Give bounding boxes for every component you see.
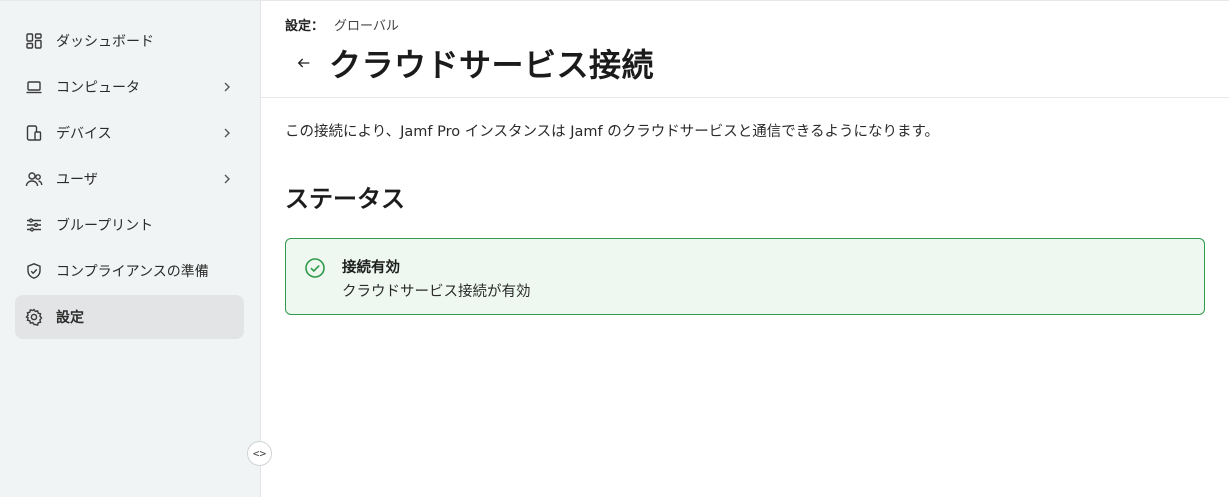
chevron-right-icon (220, 126, 234, 140)
laptop-icon (25, 78, 43, 96)
sidebar-item-dashboard[interactable]: ダッシュボード (15, 19, 244, 63)
title-row: クラウドサービス接続 (285, 40, 1229, 86)
device-icon (25, 124, 43, 142)
sidebar-item-blueprints[interactable]: ブループリント (15, 203, 244, 247)
sidebar-item-label: 設定 (56, 310, 84, 326)
dashboard-icon (25, 32, 43, 50)
sliders-icon (25, 216, 43, 234)
sidebar-item-users[interactable]: ユーザ (15, 157, 244, 201)
status-card: 接続有効 クラウドサービス接続が有効 (285, 238, 1205, 315)
sidebar-item-label: コンピュータ (56, 80, 140, 96)
users-icon (25, 170, 43, 188)
page-title: クラウドサービス接続 (329, 46, 655, 84)
chevron-right-icon (220, 172, 234, 186)
check-circle-icon (304, 257, 326, 279)
sidebar-item-devices[interactable]: デバイス (15, 111, 244, 155)
content-area: この接続により、Jamf Pro インスタンスは Jamf のクラウドサービスと… (261, 98, 1229, 337)
gear-icon (25, 308, 43, 326)
status-section-title: ステータス (285, 185, 405, 213)
app-window: ダッシュボード コンピュータ デバイス ユーザ ブループリント コンプライアンス… (0, 0, 1229, 497)
page-description: この接続により、Jamf Pro インスタンスは Jamf のクラウドサービスと… (285, 124, 940, 140)
sidebar-item-label: ダッシュボード (56, 34, 154, 50)
status-title: 接続有効 (342, 260, 400, 276)
chevron-right-icon (220, 80, 234, 94)
sidebar-item-computers[interactable]: コンピュータ (15, 65, 244, 109)
breadcrumb: 設定： グローバル (285, 15, 1229, 34)
sidebar: ダッシュボード コンピュータ デバイス ユーザ ブループリント コンプライアンス… (0, 1, 272, 497)
shield-check-icon (25, 262, 43, 280)
status-texts: 接続有効 クラウドサービス接続が有効 (342, 256, 531, 301)
page-header: 設定： グローバル クラウドサービス接続 (261, 1, 1229, 98)
sidebar-item-settings[interactable]: 設定 (15, 295, 244, 339)
sidebar-item-compliance[interactable]: コンプライアンスの準備 (15, 249, 244, 293)
back-arrow-icon[interactable] (291, 50, 317, 76)
breadcrumb-current[interactable]: グローバル (334, 15, 399, 34)
sidebar-item-label: ユーザ (56, 172, 98, 188)
sidebar-item-label: コンプライアンスの準備 (56, 264, 209, 280)
main-content: 設定： グローバル クラウドサービス接続 この接続により、Jamf Pro イン… (261, 1, 1229, 497)
sidebar-item-label: ブループリント (56, 218, 154, 234)
breadcrumb-root[interactable]: 設定： (285, 15, 324, 34)
status-subtitle: クラウドサービス接続が有効 (342, 284, 531, 300)
sidebar-item-label: デバイス (56, 126, 112, 142)
